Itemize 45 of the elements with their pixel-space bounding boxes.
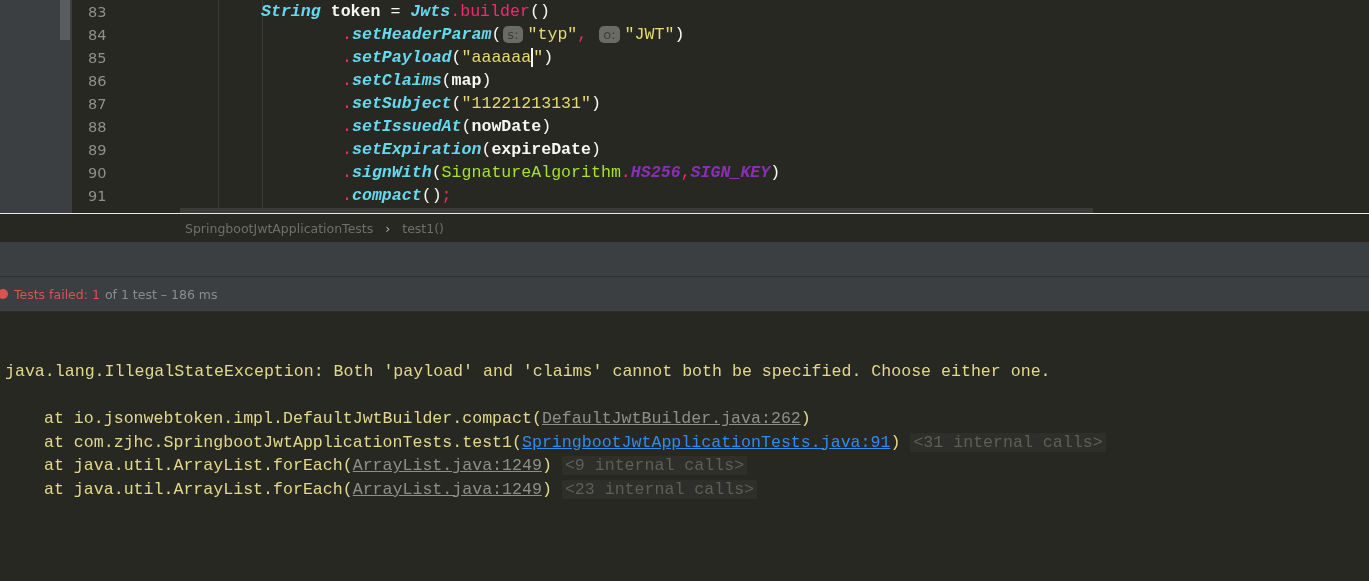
code-line: .signWith(SignatureAlgorithm.HS256,SIGN_KEY): [342, 163, 781, 182]
source-link[interactable]: ArrayList.java:1249: [352, 479, 542, 499]
code-text: ): [674, 25, 685, 44]
line-number: 84: [87, 26, 108, 43]
test-summary: of 1 test – 186 ms: [104, 286, 218, 302]
code-line: .setExpiration(expireDate): [342, 140, 601, 159]
line-number: 90: [87, 164, 108, 181]
source-link[interactable]: ArrayList.java:1249: [352, 456, 542, 476]
code-text: (: [491, 25, 502, 44]
code-line: .setSubject("11221213131"): [342, 94, 601, 113]
code-line: .compact();: [342, 186, 452, 205]
line-number: 88: [87, 118, 108, 135]
source-link[interactable]: DefaultJwtBuilder.java:262: [541, 409, 801, 429]
line-number: 85: [87, 49, 108, 66]
breadcrumb-item[interactable]: test1(): [402, 220, 444, 236]
stack-frame-text: at io.jsonwebtoken.impl.DefaultJwtBuilder.compact(: [44, 409, 542, 429]
line-number: 89: [87, 141, 108, 158]
exception-message: java.lang.IllegalStateException: Both 'payload' and 'claims' cannot both be specified. Choose either one.: [4, 361, 1052, 384]
stack-frame-text: ): [541, 479, 552, 499]
breadcrumb-item[interactable]: SpringbootJwtApplicationTests: [185, 220, 374, 236]
code-text: "JWT": [624, 25, 675, 44]
source-link[interactable]: SpringbootJwtApplicationTests.java:91: [522, 432, 891, 452]
chevron-separator: ›: [385, 220, 391, 236]
code-text: setHeaderParam: [351, 25, 492, 44]
error-dot-icon: [0, 289, 8, 299]
scrollbar-thumb[interactable]: [60, 0, 70, 40]
stack-frame-text: ): [890, 432, 901, 452]
stack-frame-text: at java.util.ArrayList.forEach(: [44, 456, 353, 476]
stack-frame-text: ): [541, 456, 552, 476]
line-number: 87: [87, 95, 108, 112]
code-text: ,: [577, 25, 589, 44]
code-line: .setPayload("aaaaaa"): [342, 48, 554, 67]
horizontal-scrollbar[interactable]: [180, 208, 1093, 213]
code-line: .setIssuedAt(nowDate): [342, 117, 552, 136]
line-number: 83: [87, 3, 108, 20]
code-line: String token = Jwts.builder(): [261, 2, 550, 21]
stack-frame-text: at java.util.ArrayList.forEach(: [44, 479, 353, 499]
line-number: 91: [87, 187, 108, 204]
code-text: .: [342, 25, 352, 44]
stack-frame-text: ): [800, 409, 811, 429]
tests-failed-label: Tests failed: 1: [14, 286, 100, 302]
code-text: "typ": [527, 25, 578, 44]
stack-frame-text: at com.zjhc.SpringbootJwtApplicationTests.test1(: [44, 432, 522, 452]
code-line: .setClaims(map): [342, 71, 492, 90]
line-number: 86: [87, 72, 108, 89]
